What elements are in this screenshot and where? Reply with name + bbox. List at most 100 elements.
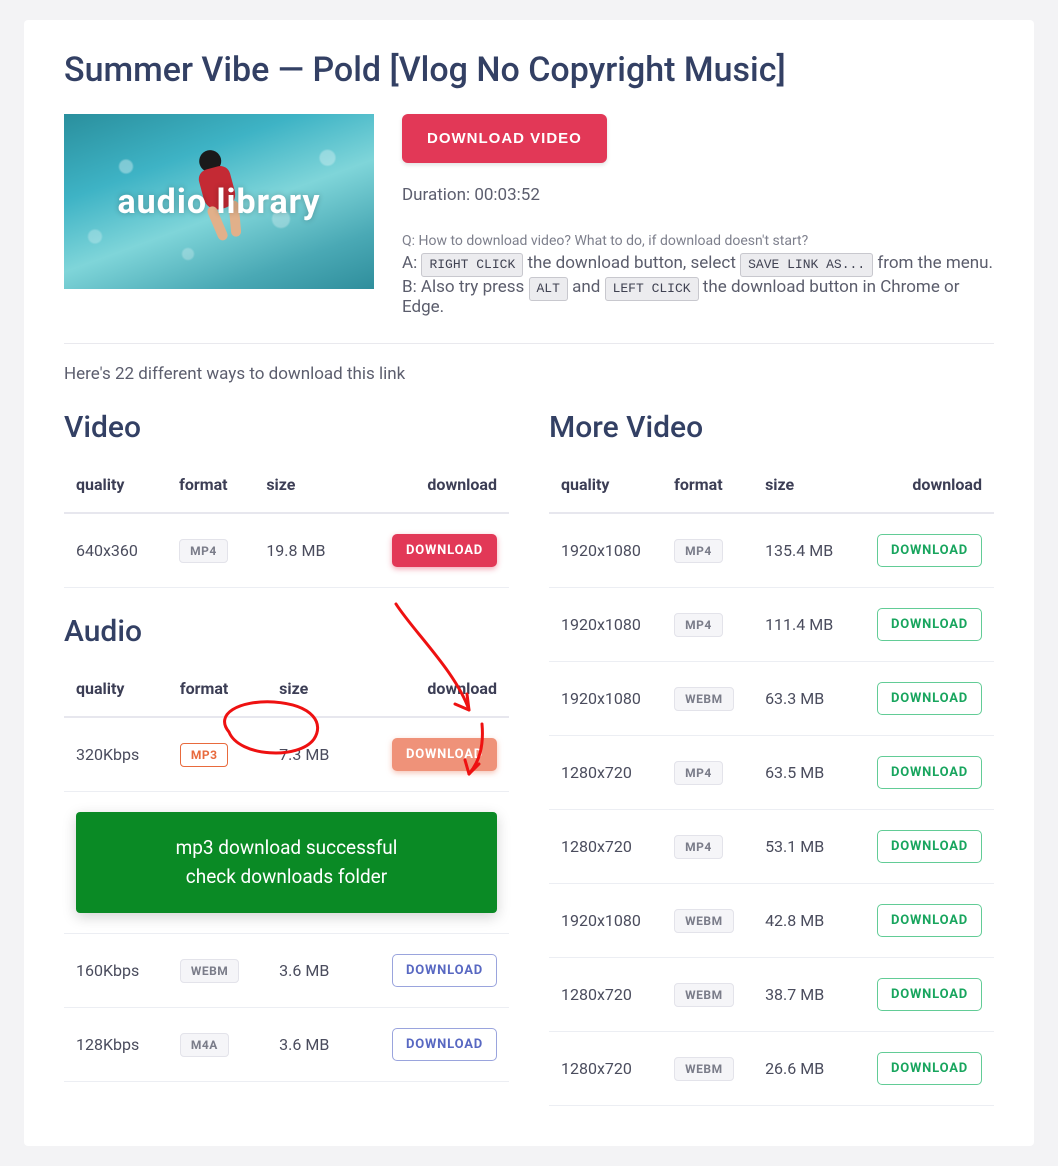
more-video-table: quality format size download 1920x1080 M…: [549, 459, 994, 1106]
cell-quality: 128Kbps: [64, 1008, 168, 1082]
col-quality: quality: [64, 459, 167, 513]
cell-quality: 640x360: [64, 513, 167, 588]
cell-format: MP4: [662, 810, 753, 884]
download-button[interactable]: DOWNLOAD: [392, 738, 497, 771]
download-button[interactable]: DOWNLOAD: [392, 534, 497, 567]
duration-label: Duration: 00:03:52: [402, 185, 994, 205]
format-badge: WEBM: [674, 1057, 733, 1081]
cell-format: M4A: [168, 1008, 267, 1082]
kbd-alt: ALT: [529, 277, 568, 301]
video-thumbnail[interactable]: audio library: [64, 114, 374, 289]
table-row: 128Kbps M4A 3.6 MB DOWNLOAD: [64, 1008, 509, 1082]
col-download: download: [354, 459, 509, 513]
cell-quality: 1920x1080: [549, 588, 662, 662]
download-video-button[interactable]: DOWNLOAD VIDEO: [402, 114, 607, 163]
table-row: 640x360 MP4 19.8 MB DOWNLOAD: [64, 513, 509, 588]
format-badge: M4A: [180, 1033, 229, 1057]
video-table: quality format size download 640x360 MP4…: [64, 459, 509, 588]
table-row: 320Kbps MP3 7.3 MB DOWNLOAD: [64, 717, 509, 792]
success-line-1: mp3 download successful: [98, 834, 475, 863]
cell-format: MP4: [662, 588, 753, 662]
format-badge: WEBM: [674, 909, 733, 933]
table-row: 1280x720 MP4 63.5 MB DOWNLOAD: [549, 736, 994, 810]
kbd-left-click: LEFT CLICK: [605, 277, 699, 301]
faq-question: Q: How to download video? What to do, if…: [402, 233, 994, 249]
cell-size: 111.4 MB: [753, 588, 853, 662]
table-row: 1920x1080 WEBM 63.3 MB DOWNLOAD: [549, 662, 994, 736]
download-button[interactable]: DOWNLOAD: [877, 756, 982, 789]
cell-size: 135.4 MB: [753, 513, 853, 588]
cell-format: MP4: [662, 736, 753, 810]
table-row: 1280x720 WEBM 38.7 MB DOWNLOAD: [549, 958, 994, 1032]
cell-format: MP4: [662, 513, 753, 588]
cell-format: MP3: [168, 717, 267, 792]
col-size: size: [753, 459, 853, 513]
cell-quality: 1280x720: [549, 736, 662, 810]
table-row: 1280x720 MP4 53.1 MB DOWNLOAD: [549, 810, 994, 884]
download-success-banner: mp3 download successful check downloads …: [76, 812, 497, 913]
col-format: format: [662, 459, 753, 513]
table-row: 1920x1080 MP4 135.4 MB DOWNLOAD: [549, 513, 994, 588]
cell-size: 19.8 MB: [254, 513, 354, 588]
page-title: Summer Vibe — Pold [Vlog No Copyright Mu…: [64, 50, 994, 90]
format-badge: WEBM: [180, 959, 239, 983]
cell-format: WEBM: [662, 884, 753, 958]
cell-quality: 1280x720: [549, 810, 662, 884]
col-download: download: [853, 459, 994, 513]
download-button[interactable]: DOWNLOAD: [877, 682, 982, 715]
col-download: download: [355, 663, 509, 717]
download-button[interactable]: DOWNLOAD: [877, 904, 982, 937]
success-line-2: check downloads folder: [98, 863, 475, 892]
download-button[interactable]: DOWNLOAD: [392, 1028, 497, 1061]
cell-format: WEBM: [662, 1032, 753, 1106]
table-row: 1920x1080 MP4 111.4 MB DOWNLOAD: [549, 588, 994, 662]
section-heading-video: Video: [64, 410, 509, 445]
download-button[interactable]: DOWNLOAD: [877, 534, 982, 567]
col-size: size: [254, 459, 354, 513]
download-button[interactable]: DOWNLOAD: [877, 1052, 982, 1085]
cell-quality: 1280x720: [549, 1032, 662, 1106]
cell-quality: 160Kbps: [64, 934, 168, 1008]
col-quality: quality: [549, 459, 662, 513]
cell-size: 7.3 MB: [267, 717, 355, 792]
cell-format: MP4: [167, 513, 254, 588]
cell-size: 3.6 MB: [267, 1008, 355, 1082]
format-badge: WEBM: [674, 687, 733, 711]
download-button[interactable]: DOWNLOAD: [877, 978, 982, 1011]
thumbnail-overlay-text: audio library: [64, 182, 374, 222]
kbd-right-click: RIGHT CLICK: [421, 253, 523, 277]
cell-quality: 320Kbps: [64, 717, 168, 792]
cell-size: 53.1 MB: [753, 810, 853, 884]
download-button[interactable]: DOWNLOAD: [392, 954, 497, 987]
col-size: size: [267, 663, 355, 717]
format-badge: MP4: [674, 539, 723, 563]
cell-size: 63.5 MB: [753, 736, 853, 810]
faq-answer-b: B: Also try press ALT and LEFT CLICK the…: [402, 277, 994, 317]
cell-size: 26.6 MB: [753, 1032, 853, 1106]
cell-size: 38.7 MB: [753, 958, 853, 1032]
cell-size: 42.8 MB: [753, 884, 853, 958]
ways-count-lead: Here's 22 different ways to download thi…: [64, 364, 994, 384]
format-badge: MP3: [180, 743, 229, 767]
download-button[interactable]: DOWNLOAD: [877, 830, 982, 863]
format-badge: MP4: [674, 761, 723, 785]
cell-quality: 1920x1080: [549, 662, 662, 736]
kbd-save-link-as: SAVE LINK AS...: [740, 253, 873, 277]
cell-size: 63.3 MB: [753, 662, 853, 736]
format-badge: MP4: [179, 539, 228, 563]
table-row: 1920x1080 WEBM 42.8 MB DOWNLOAD: [549, 884, 994, 958]
col-quality: quality: [64, 663, 168, 717]
format-badge: MP4: [674, 613, 723, 637]
table-row: mp3 download successful check downloads …: [64, 792, 509, 934]
col-format: format: [168, 663, 267, 717]
section-heading-audio: Audio: [64, 614, 509, 649]
cell-format: WEBM: [662, 662, 753, 736]
format-badge: WEBM: [674, 983, 733, 1007]
format-badge: MP4: [674, 835, 723, 859]
download-button[interactable]: DOWNLOAD: [877, 608, 982, 641]
cell-quality: 1920x1080: [549, 513, 662, 588]
cell-size: 3.6 MB: [267, 934, 355, 1008]
cell-quality: 1280x720: [549, 958, 662, 1032]
cell-quality: 1920x1080: [549, 884, 662, 958]
section-heading-more-video: More Video: [549, 410, 994, 445]
